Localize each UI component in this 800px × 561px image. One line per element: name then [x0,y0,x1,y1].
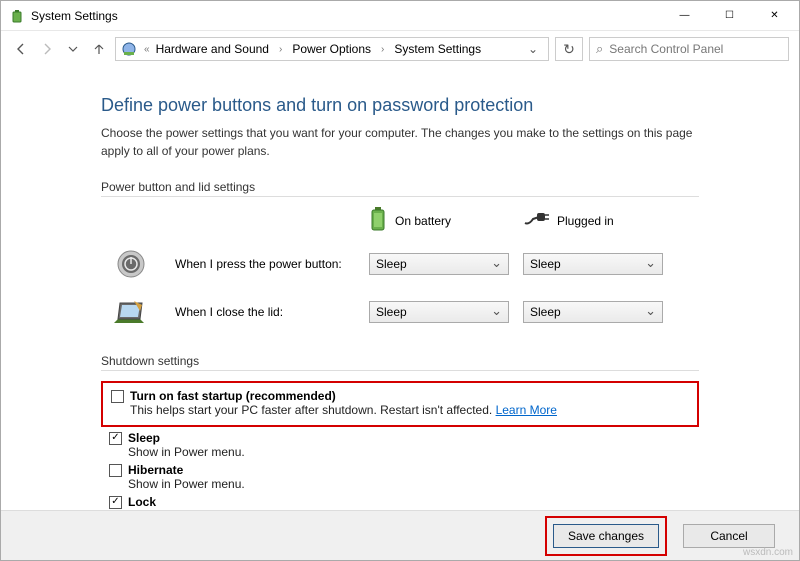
breadcrumb-item[interactable]: Power Options [292,42,371,56]
save-highlight: Save changes [545,516,667,556]
power-button-icon [113,246,149,282]
fast-startup-desc: This helps start your PC faster after sh… [130,403,689,417]
group-shutdown: Shutdown settings [101,352,699,371]
search-input[interactable]: ⌕ Search Control Panel [589,37,789,61]
learn-more-link[interactable]: Learn More [496,403,557,417]
page-description: Choose the power settings that you want … [101,124,699,160]
control-panel-icon [120,40,138,58]
watermark: wsxdn.com [743,547,793,558]
close-button[interactable]: ✕ [752,1,797,30]
main-content: Define power buttons and turn on passwor… [1,67,799,523]
chevron-right-icon[interactable]: › [275,44,286,55]
address-bar[interactable]: « Hardware and Sound › Power Options › S… [115,37,549,61]
nav-row: « Hardware and Sound › Power Options › S… [1,31,799,67]
checkbox-sleep[interactable]: ✓ [109,432,122,445]
checkbox-fast-startup-label: Turn on fast startup (recommended) [130,389,336,403]
select-power-button-battery[interactable]: Sleep [369,253,509,275]
column-on-battery: On battery [369,207,509,234]
footer-buttons: Save changes Cancel [1,510,799,560]
row-power-button-label: When I press the power button: [175,257,355,271]
fast-startup-highlight: Turn on fast startup (recommended) This … [101,381,699,427]
chevron-right-icon[interactable]: › [377,44,388,55]
battery-icon [369,207,387,234]
minimize-button[interactable]: — [662,1,707,30]
cancel-button[interactable]: Cancel [683,524,775,548]
row-lid-label: When I close the lid: [175,305,355,319]
address-dropdown-button[interactable]: ⌄ [522,42,544,56]
page-heading: Define power buttons and turn on passwor… [101,95,699,116]
checkbox-lock-label: Lock [128,495,156,509]
lid-icon [113,294,149,330]
power-lid-grid: On battery Plugged in When I press the p… [101,207,699,330]
up-button[interactable] [89,39,109,59]
shutdown-settings: Turn on fast startup (recommended) This … [101,381,699,523]
select-lid-battery[interactable]: Sleep [369,301,509,323]
column-plugged-in: Plugged in [523,211,663,230]
plug-icon [523,211,549,230]
search-placeholder: Search Control Panel [609,42,723,56]
maximize-button[interactable]: ☐ [707,1,752,30]
forward-button[interactable] [37,39,57,59]
select-power-button-plugged[interactable]: Sleep [523,253,663,275]
breadcrumb-item[interactable]: System Settings [394,42,481,56]
save-button[interactable]: Save changes [553,524,659,548]
titlebar: System Settings — ☐ ✕ [1,1,799,31]
back-button[interactable] [11,39,31,59]
checkbox-sleep-label: Sleep [128,431,160,445]
breadcrumb-item[interactable]: Hardware and Sound [156,42,269,56]
refresh-button[interactable]: ↻ [555,37,583,61]
checkbox-fast-startup[interactable] [111,390,124,403]
sleep-desc: Show in Power menu. [128,445,699,459]
group-power-lid: Power button and lid settings [101,178,699,197]
breadcrumb-root-chevron[interactable]: « [144,44,150,55]
recent-locations-button[interactable] [63,39,83,59]
checkbox-hibernate[interactable] [109,464,122,477]
hibernate-desc: Show in Power menu. [128,477,699,491]
checkbox-lock[interactable]: ✓ [109,496,122,509]
select-lid-plugged[interactable]: Sleep [523,301,663,323]
battery-icon [9,8,25,24]
checkbox-hibernate-label: Hibernate [128,463,183,477]
window-title: System Settings [31,9,118,23]
search-icon: ⌕ [596,41,603,57]
